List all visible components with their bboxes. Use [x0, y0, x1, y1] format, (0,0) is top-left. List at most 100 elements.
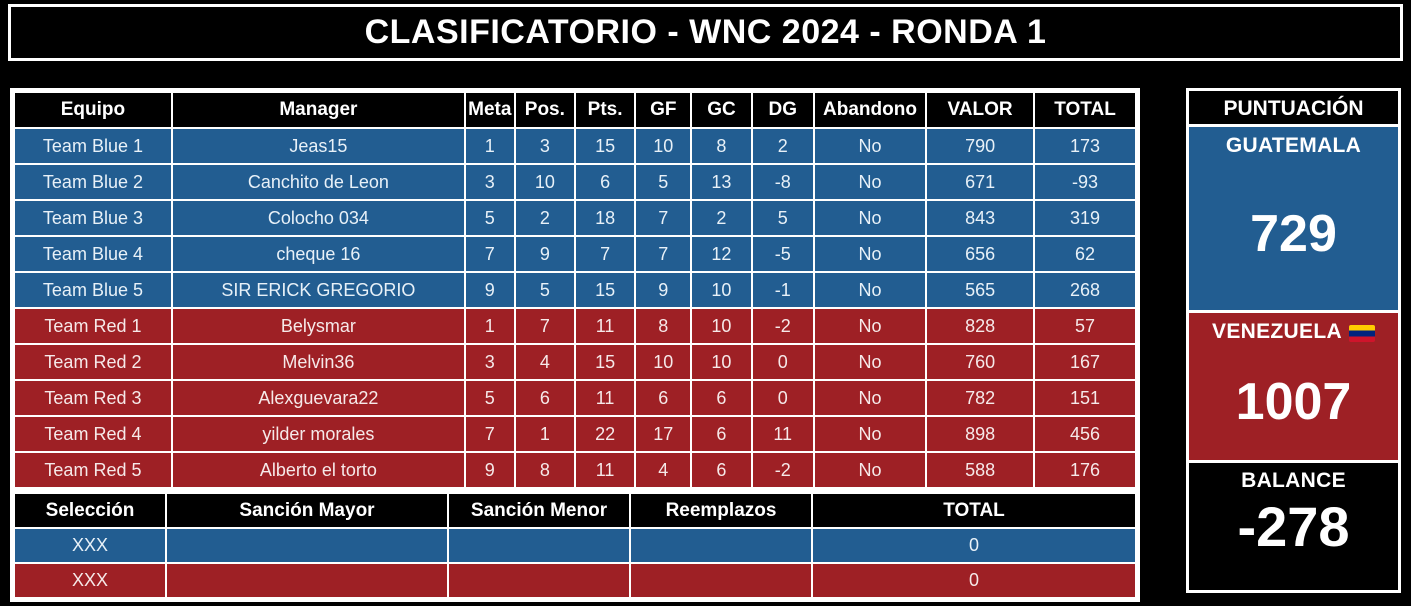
cell-gc: 6: [690, 415, 753, 453]
column-header-pos[interactable]: Pos.: [513, 91, 576, 129]
table-row[interactable]: Team Blue 1 Jeas15 1 3 15 10 8 2 No 790 173: [13, 127, 1137, 165]
cell-dg: -2: [750, 307, 815, 345]
cell-pts: 15: [573, 343, 637, 381]
cell-sancion_mayor: [165, 562, 449, 599]
cell-pos: 6: [513, 379, 576, 417]
table-row[interactable]: XXX 0: [13, 562, 1137, 599]
cell-gf: 7: [634, 199, 693, 237]
cell-pts: 7: [573, 235, 637, 273]
cell-valor: 898: [925, 415, 1036, 453]
cell-total: 319: [1033, 199, 1137, 237]
cell-valor: 565: [925, 271, 1036, 309]
score-block-blue: GUATEMALA 729: [1189, 127, 1398, 313]
cell-gf: 4: [634, 451, 693, 489]
table-row[interactable]: Team Blue 2 Canchito de Leon 3 10 6 5 13 -8 No 67…: [13, 163, 1137, 201]
table-row[interactable]: Team Red 4 yilder morales 7 1 22 17 6 11 No 898 45…: [13, 415, 1137, 453]
column-header-gc[interactable]: GC: [690, 91, 753, 129]
column-header-dg[interactable]: DG: [750, 91, 815, 129]
cell-pos: 8: [513, 451, 576, 489]
column-header-gf[interactable]: GF: [634, 91, 693, 129]
score-country-label: VENEZUELA: [1212, 320, 1375, 344]
cell-pts: 6: [573, 163, 637, 201]
column-header-sanctions-total[interactable]: TOTAL: [811, 492, 1137, 529]
column-header-pts[interactable]: Pts.: [573, 91, 637, 129]
results-grid: Equipo Manager Meta Pos. Pts. GF GC DG A…: [13, 91, 1137, 489]
cell-pos: 9: [513, 235, 576, 273]
cell-equipo: Team Red 2: [13, 343, 173, 381]
cell-pts: 11: [573, 379, 637, 417]
column-header-abandono[interactable]: Abandono: [812, 91, 928, 129]
score-value: 1007: [1235, 373, 1352, 431]
table-row[interactable]: Team Red 1 Belysmar 1 7 11 8 10 -2 No 828 57: [13, 307, 1137, 345]
sanctions-body: XXX 0 XXX 0: [13, 527, 1137, 599]
sanctions-table: Selección Sanción Mayor Sanción Menor Re…: [10, 489, 1140, 602]
cell-dg: -5: [750, 235, 815, 273]
cell-gc: 6: [690, 451, 753, 489]
cell-abandono: No: [812, 343, 928, 381]
cell-equipo: Team Blue 3: [13, 199, 173, 237]
cell-dg: 0: [750, 379, 815, 417]
table-row[interactable]: XXX 0: [13, 527, 1137, 564]
cell-pos: 5: [513, 271, 576, 309]
cell-manager: Belysmar: [170, 307, 466, 345]
cell-equipo: Team Blue 5: [13, 271, 173, 309]
cell-equipo: Team Red 4: [13, 415, 173, 453]
cell-total: -93: [1033, 163, 1137, 201]
cell-manager: Canchito de Leon: [170, 163, 466, 201]
column-header-meta[interactable]: Meta: [463, 91, 516, 129]
cell-abandono: No: [812, 163, 928, 201]
cell-gf: 9: [634, 271, 693, 309]
cell-sancion_menor: [447, 527, 631, 564]
column-header-reemplazos[interactable]: Reemplazos: [629, 492, 813, 529]
cell-valor: 588: [925, 451, 1036, 489]
column-header-seleccion[interactable]: Selección: [13, 492, 167, 529]
cell-gf: 8: [634, 307, 693, 345]
cell-equipo: Team Blue 4: [13, 235, 173, 273]
table-row[interactable]: Team Blue 4 cheque 16 7 9 7 7 12 -5 No 656 62: [13, 235, 1137, 273]
table-row[interactable]: Team Red 3 Alexguevara22 5 6 11 6 6 0 No 782 151: [13, 379, 1137, 417]
table-row[interactable]: Team Blue 5 SIR ERICK GREGORIO 9 5 15 9 10 -1 No…: [13, 271, 1137, 309]
cell-sancion_mayor: [165, 527, 449, 564]
score-country-text: BALANCE: [1241, 469, 1346, 492]
cell-pos: 4: [513, 343, 576, 381]
score-block-balance: BALANCE -278: [1189, 463, 1398, 590]
cell-dg: 0: [750, 343, 815, 381]
cell-pts: 15: [573, 271, 637, 309]
venezuela-flag-icon: [1348, 324, 1375, 342]
cell-manager: yilder morales: [170, 415, 466, 453]
score-panel: PUNTUACIÓN GUATEMALA 729 VENEZUELA 1007 BALA…: [1186, 88, 1401, 593]
cell-equipo: Team Red 5: [13, 451, 173, 489]
cell-abandono: No: [812, 271, 928, 309]
column-header-valor[interactable]: VALOR: [925, 91, 1036, 129]
cell-valor: 760: [925, 343, 1036, 381]
cell-meta: 3: [463, 163, 516, 201]
column-header-total[interactable]: TOTAL: [1033, 91, 1137, 129]
cell-manager: Alexguevara22: [170, 379, 466, 417]
cell-manager: Colocho 034: [170, 199, 466, 237]
table-header-row: Equipo Manager Meta Pos. Pts. GF GC DG A…: [13, 91, 1137, 129]
cell-pos: 3: [513, 127, 576, 165]
column-header-equipo[interactable]: Equipo: [13, 91, 173, 129]
score-value: 729: [1250, 205, 1337, 263]
cell-total: 167: [1033, 343, 1137, 381]
cell-equipo: Team Red 1: [13, 307, 173, 345]
cell-pts: 11: [573, 451, 637, 489]
cell-abandono: No: [812, 199, 928, 237]
cell-seleccion: XXX: [13, 562, 167, 599]
table-row[interactable]: Team Red 2 Melvin36 3 4 15 10 10 0 No 760 167: [13, 343, 1137, 381]
cell-valor: 671: [925, 163, 1036, 201]
cell-meta: 5: [463, 379, 516, 417]
cell-meta: 9: [463, 451, 516, 489]
column-header-manager[interactable]: Manager: [170, 91, 466, 129]
table-row[interactable]: Team Red 5 Alberto el torto 9 8 11 4 6 -2 No 588 1…: [13, 451, 1137, 489]
sanctions-header-row: Selección Sanción Mayor Sanción Menor Re…: [13, 492, 1137, 529]
column-header-sancion-menor[interactable]: Sanción Menor: [447, 492, 631, 529]
table-row[interactable]: Team Blue 3 Colocho 034 5 2 18 7 2 5 No 843 319: [13, 199, 1137, 237]
cell-pts: 15: [573, 127, 637, 165]
cell-dg: -2: [750, 451, 815, 489]
cell-gf: 10: [634, 127, 693, 165]
cell-valor: 828: [925, 307, 1036, 345]
column-header-sancion-mayor[interactable]: Sanción Mayor: [165, 492, 449, 529]
cell-gc: 6: [690, 379, 753, 417]
cell-abandono: No: [812, 379, 928, 417]
